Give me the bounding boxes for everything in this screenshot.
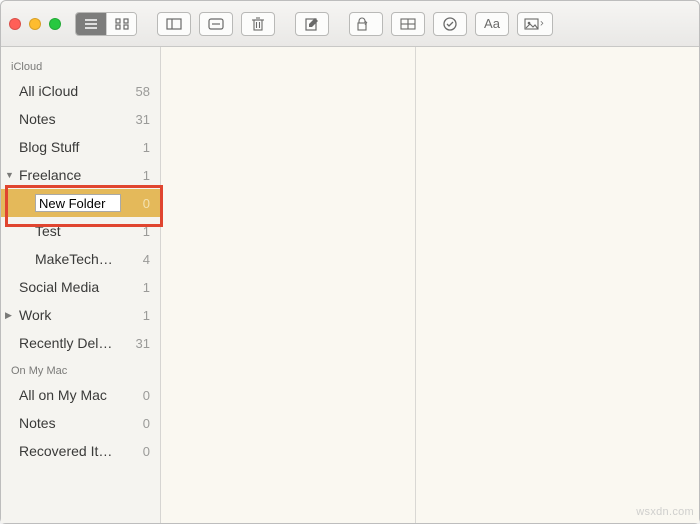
sidebar-item-count: 58	[136, 84, 150, 99]
sidebar-item-local-notes[interactable]: Notes 0	[1, 409, 160, 437]
new-note-button[interactable]	[295, 12, 329, 36]
sidebar-item-label: MakeTech…	[35, 251, 113, 267]
sidebar-item-count: 0	[143, 416, 150, 431]
grid-view-button[interactable]	[106, 13, 136, 35]
sidebar-item-count: 31	[136, 112, 150, 127]
sidebar-item-count: 1	[143, 140, 150, 155]
sidebar-item-label: Recovered It…	[19, 443, 112, 459]
sidebar-item-count: 0	[143, 444, 150, 459]
disclosure-triangle-icon[interactable]: ▶	[5, 310, 12, 321]
window-controls	[9, 18, 61, 30]
sidebar-item-label: Notes	[19, 111, 56, 127]
sidebar-item-count: 31	[136, 336, 150, 351]
checklist-button[interactable]	[433, 12, 467, 36]
view-toggle	[75, 12, 137, 36]
fullscreen-icon[interactable]	[49, 18, 61, 30]
list-view-button[interactable]	[76, 13, 106, 35]
media-button[interactable]	[517, 12, 553, 36]
section-title-on-my-mac: On My Mac	[1, 357, 160, 381]
folder-name-input[interactable]	[35, 194, 121, 212]
sidebar-item-test[interactable]: Test 1	[1, 217, 160, 245]
sidebar-item-count: 1	[143, 224, 150, 239]
close-icon[interactable]	[9, 18, 21, 30]
disclosure-triangle-icon[interactable]: ▼	[5, 170, 14, 180]
sidebar-item-label: All iCloud	[19, 83, 78, 99]
attachments-button[interactable]	[157, 12, 191, 36]
note-list-pane	[161, 47, 416, 523]
watermark: wsxdn.com	[636, 506, 694, 518]
note-editor-pane[interactable]	[416, 47, 699, 523]
sidebar-item-count: 1	[143, 168, 150, 183]
sidebar-item-blog-stuff[interactable]: Blog Stuff 1	[1, 133, 160, 161]
sidebar-item-work[interactable]: ▶ Work 1	[1, 301, 160, 329]
sidebar-item-notes[interactable]: Notes 31	[1, 105, 160, 133]
sidebar-item-label: Work	[19, 307, 51, 323]
sidebar-item-recently-deleted[interactable]: Recently Del… 31	[1, 329, 160, 357]
content-area: iCloud All iCloud 58 Notes 31 Blog Stuff…	[1, 47, 699, 523]
sidebar-item-new-folder[interactable]: 0	[1, 189, 160, 217]
sidebar-item-label: Test	[35, 223, 61, 239]
sidebar-item-count: 0	[143, 388, 150, 403]
format-icon-label: Aa	[484, 17, 500, 30]
sidebar-item-all-icloud[interactable]: All iCloud 58	[1, 77, 160, 105]
sidebar-item-label: All on My Mac	[19, 387, 107, 403]
sidebar-item-label: Freelance	[19, 167, 81, 183]
minimize-icon[interactable]	[29, 18, 41, 30]
sidebar-item-count: 1	[143, 280, 150, 295]
lock-button[interactable]	[349, 12, 383, 36]
format-button[interactable]: Aa	[475, 12, 509, 36]
sidebar-item-recovered-items[interactable]: Recovered It… 0	[1, 437, 160, 465]
section-title-icloud: iCloud	[1, 53, 160, 77]
sidebar-item-count: 1	[143, 308, 150, 323]
sidebar: iCloud All iCloud 58 Notes 31 Blog Stuff…	[1, 47, 161, 523]
sidebar-item-freelance[interactable]: ▼ Freelance 1	[1, 161, 160, 189]
sidebar-item-all-on-my-mac[interactable]: All on My Mac 0	[1, 381, 160, 409]
table-button[interactable]	[391, 12, 425, 36]
sidebar-item-count: 0	[143, 196, 150, 211]
sidebar-item-maketech[interactable]: MakeTech… 4	[1, 245, 160, 273]
sidebar-item-social-media[interactable]: Social Media 1	[1, 273, 160, 301]
sidebar-item-label: Recently Del…	[19, 335, 112, 351]
trash-button[interactable]	[241, 12, 275, 36]
notes-window: Aa iCloud All iCloud 58 Notes 31 Blog St…	[0, 0, 700, 524]
sidebar-item-label: Social Media	[19, 279, 99, 295]
delete-folder-button[interactable]	[199, 12, 233, 36]
sidebar-item-count: 4	[143, 252, 150, 267]
sidebar-item-label: Blog Stuff	[19, 139, 79, 155]
sidebar-item-label: Notes	[19, 415, 56, 431]
titlebar: Aa	[1, 1, 699, 47]
